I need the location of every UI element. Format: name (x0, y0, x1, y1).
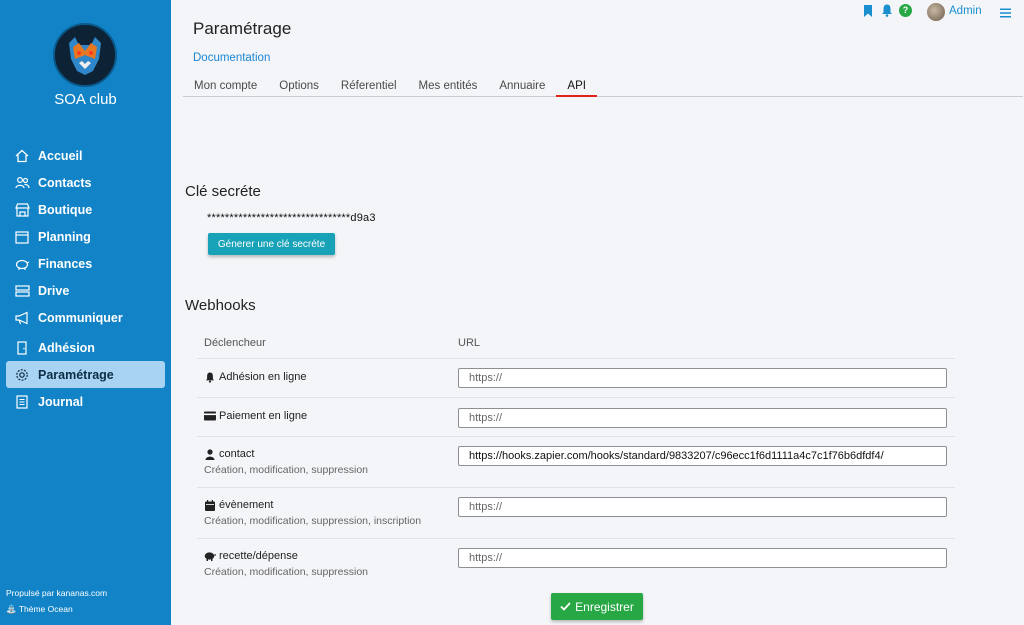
trigger-cell: recette/dépense (204, 550, 298, 562)
tab-referentiel[interactable]: Réferentiel (330, 75, 408, 97)
users-icon (14, 175, 30, 191)
column-header-trigger: Déclencheur (204, 337, 266, 349)
megaphone-icon (14, 310, 30, 326)
documentation-link[interactable]: Documentation (193, 52, 270, 64)
sidebar-footer: Propulsé par kananas.com ⛲ Thème Ocean (6, 585, 107, 617)
store-icon (14, 202, 30, 218)
tab-bar: Mon compte Options Réferentiel Mes entit… (183, 75, 1023, 97)
help-icon[interactable]: ? (899, 4, 912, 17)
trigger-cell: Paiement en ligne (204, 410, 307, 422)
sidebar-item-finances[interactable]: Finances (0, 250, 171, 277)
sidebar-item-label: Contacts (38, 175, 92, 190)
sidebar-item-journal[interactable]: Journal (0, 388, 171, 415)
sidebar-item-adhesion[interactable]: Adhésion (0, 334, 171, 361)
trigger-cell: contact (204, 448, 254, 460)
user-menu[interactable]: Admin (949, 5, 982, 17)
table-row: Adhésion en ligne (197, 359, 955, 398)
sidebar-item-label: Paramétrage (38, 367, 114, 382)
sidebar-item-boutique[interactable]: Boutique (0, 196, 171, 223)
sidebar-nav: Accueil Contacts Boutique Planning Finan… (0, 142, 171, 415)
powered-by-link[interactable]: Propulsé par kananas.com (6, 585, 107, 601)
journal-icon (14, 394, 30, 410)
sidebar: SOA club Accueil Contacts Boutique Plann… (0, 0, 171, 625)
sidebar-item-planning[interactable]: Planning (0, 223, 171, 250)
trigger-label: contact (219, 448, 255, 460)
check-icon (560, 600, 571, 614)
trigger-description: Création, modification, suppression (204, 566, 369, 578)
tab-annuaire[interactable]: Annuaire (488, 75, 556, 97)
user-icon (204, 448, 216, 460)
url-input-adhesion[interactable] (458, 368, 947, 388)
sidebar-item-label: Accueil (38, 148, 83, 163)
avatar[interactable] (927, 3, 945, 21)
bookmark-icon[interactable] (863, 4, 873, 22)
generate-secret-key-button[interactable]: Génerer une clé secréte (208, 233, 335, 255)
webhooks-title: Webhooks (185, 297, 256, 314)
trigger-cell: Adhésion en ligne (204, 371, 306, 383)
secret-key-title: Clé secréte (185, 183, 261, 200)
theme-label: Thème Ocean (18, 604, 73, 614)
door-icon (14, 340, 30, 356)
tab-mes-entites[interactable]: Mes entités (408, 75, 489, 97)
save-button[interactable]: Enregistrer (551, 593, 643, 620)
calendar-icon (14, 229, 30, 245)
url-input-recette-depense[interactable] (458, 548, 947, 568)
sidebar-item-contacts[interactable]: Contacts (0, 169, 171, 196)
bell-icon[interactable] (881, 4, 893, 22)
trigger-label: évènement (219, 499, 274, 511)
sidebar-item-parametrage[interactable]: Paramétrage (6, 361, 165, 388)
table-row: recette/dépense Création, modification, … (197, 539, 955, 590)
table-row: évènement Création, modification, suppre… (197, 488, 955, 539)
tab-api[interactable]: API (556, 75, 597, 97)
secret-key-value: ********************************d9a3 (207, 212, 376, 224)
tab-mon-compte[interactable]: Mon compte (183, 75, 268, 97)
home-icon (14, 148, 30, 164)
trigger-label: Paiement en ligne (219, 410, 308, 422)
sidebar-item-label: Drive (38, 283, 70, 298)
trigger-description: Création, modification, suppression (204, 464, 369, 476)
piggy-bank-icon (204, 550, 216, 562)
sidebar-item-drive[interactable]: Drive (0, 277, 171, 304)
trigger-description: Création, modification, suppression, ins… (204, 515, 422, 527)
sidebar-item-label: Finances (38, 256, 93, 271)
theme-link[interactable]: ⛲ Thème Ocean (6, 601, 107, 617)
menu-icon[interactable] (1000, 5, 1011, 23)
sidebar-item-label: Planning (38, 229, 91, 244)
sidebar-item-label: Communiquer (38, 310, 123, 325)
calendar-icon (204, 499, 216, 511)
sidebar-item-label: Journal (38, 394, 84, 409)
trigger-label: Adhésion en ligne (219, 371, 307, 383)
trigger-label: recette/dépense (219, 550, 298, 562)
club-name: SOA club (54, 91, 117, 108)
url-input-paiement[interactable] (458, 408, 947, 428)
bell-icon (204, 371, 216, 383)
drive-icon (14, 283, 30, 299)
tab-options[interactable]: Options (268, 75, 330, 97)
paint-roller-icon: ⛲ (6, 604, 17, 614)
column-header-url: URL (458, 337, 481, 349)
url-input-contact[interactable] (458, 446, 947, 466)
club-logo[interactable] (53, 23, 117, 87)
page-title: Paramétrage (193, 19, 292, 38)
table-row: Paiement en ligne (197, 398, 955, 437)
gear-icon (14, 367, 30, 383)
piggy-bank-icon (14, 256, 30, 272)
url-input-evenement[interactable] (458, 497, 947, 517)
sidebar-item-label: Boutique (38, 202, 93, 217)
sidebar-item-accueil[interactable]: Accueil (0, 142, 171, 169)
table-header: Déclencheur URL (197, 327, 955, 359)
sidebar-item-communiquer[interactable]: Communiquer (0, 304, 171, 331)
save-button-label: Enregistrer (575, 599, 634, 614)
table-row: contact Création, modification, suppress… (197, 437, 955, 488)
credit-card-icon (204, 410, 216, 422)
sidebar-item-label: Adhésion (38, 340, 95, 355)
trigger-cell: évènement (204, 499, 273, 511)
webhooks-table: Déclencheur URL Adhésion en ligne Paieme… (197, 327, 955, 590)
